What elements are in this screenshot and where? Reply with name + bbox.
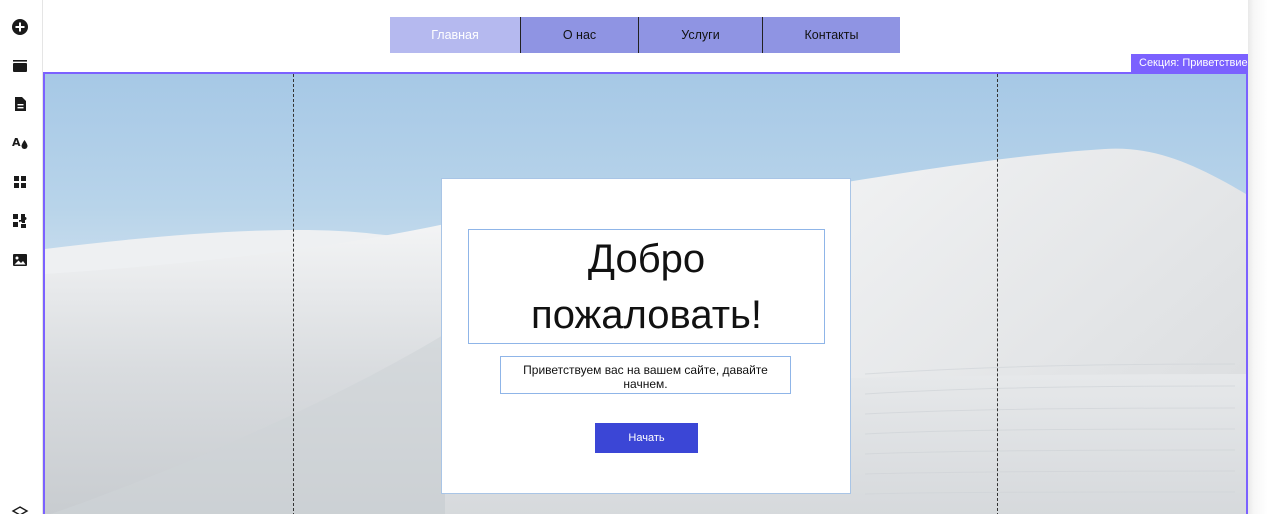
- svg-text:A: A: [12, 136, 21, 149]
- layers-icon[interactable]: [11, 505, 29, 514]
- nav-item-about[interactable]: О нас: [520, 17, 638, 53]
- column-guide-right: [997, 74, 998, 514]
- sections-icon[interactable]: [11, 57, 29, 75]
- section-label[interactable]: Секция: Приветствие: [1131, 54, 1248, 73]
- column-guide-left: [293, 74, 294, 514]
- start-button[interactable]: Начать: [595, 423, 698, 453]
- subtitle-text-box[interactable]: Приветствуем вас на вашем сайте, давайте…: [500, 356, 791, 394]
- nav-item-services[interactable]: Услуги: [638, 17, 762, 53]
- welcome-section[interactable]: Добро пожаловать! Приветствуем вас на ва…: [43, 72, 1248, 514]
- apps-icon[interactable]: [11, 173, 29, 191]
- nav-item-contacts[interactable]: Контакты: [762, 17, 900, 53]
- headline-line-2: пожаловать!: [531, 292, 762, 337]
- add-apps-icon[interactable]: [11, 212, 29, 230]
- editor-window: A Главная О нас Услуги Контакты Секция: …: [0, 0, 1268, 514]
- welcome-content-box[interactable]: Добро пожаловать! Приветствуем вас на ва…: [441, 178, 851, 494]
- theme-icon[interactable]: A: [11, 134, 29, 152]
- add-icon[interactable]: [11, 18, 29, 36]
- headline-line-1: Добро: [587, 236, 706, 281]
- headline-text-box[interactable]: Добро пожаловать!: [468, 229, 825, 344]
- left-toolbar: A: [0, 0, 43, 514]
- site-canvas: Главная О нас Услуги Контакты Секция: Пр…: [43, 0, 1248, 514]
- media-icon[interactable]: [11, 251, 29, 269]
- nav-item-home[interactable]: Главная: [390, 17, 520, 53]
- canvas-edge-shadow: [1248, 0, 1268, 514]
- welcome-headline: Добро пожаловать!: [531, 231, 762, 343]
- navigation-menu: Главная О нас Услуги Контакты: [390, 17, 900, 53]
- pages-icon[interactable]: [11, 95, 29, 113]
